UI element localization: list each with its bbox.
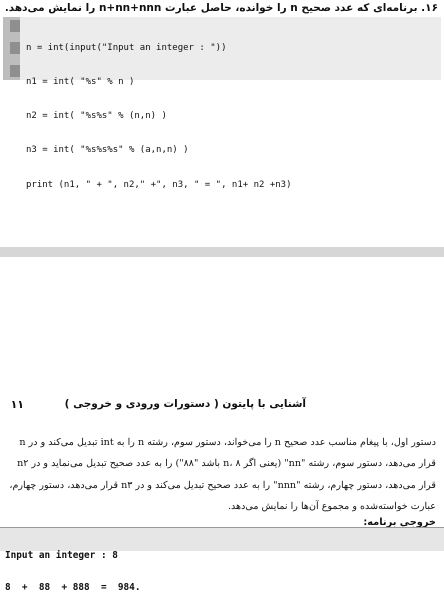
exercise-title: ۱۶. برنامه‌ای که عدد صحیح n را خوانده، ح…	[6, 2, 438, 14]
code-gutter	[3, 17, 20, 80]
code-block: n = int(input("Input an integer : ")) n1…	[3, 17, 441, 190]
code-line: print (n1, " + ", n2," +", n3, " = ", n1…	[26, 179, 292, 190]
code-line: n1 = int( "%s" % n )	[26, 77, 135, 88]
page-top: ۱۶. برنامه‌ای که عدد صحیح n را خوانده، ح…	[0, 0, 444, 247]
paragraph-line: عبارت خواسته‌شده و مجموع آن‌ها را نمایش …	[227, 500, 436, 512]
output-block: Input an integer : 8 8 + 88 + 888 = 984.	[0, 527, 444, 593]
chapter-title: آشنایی با پایتون ( دستورات ورودی و خروجی…	[64, 398, 306, 410]
output-lines: Input an integer : 8 8 + 88 + 888 = 984.	[5, 529, 140, 615]
code-line: n2 = int( "%s%s" % (n,n) )	[26, 111, 167, 122]
code-line: n3 = int( "%s%s%s" % (a,n,n) )	[26, 145, 189, 156]
explanation-paragraph: دستور اول، با پیغام مناسب عدد صحیح n را …	[4, 432, 436, 517]
gutter-marker	[10, 42, 20, 54]
page-header: آشنایی با پایتون ( دستورات ورودی و خروجی…	[0, 396, 444, 416]
paragraph-line: قرار می‌دهد، دستور سوم، رشته "nn" (یعنی …	[17, 458, 436, 470]
gutter-marker	[10, 20, 20, 32]
code-line: n = int(input("Input an integer : "))	[26, 42, 227, 53]
output-line: Input an integer : 8	[5, 549, 118, 561]
paragraph-line: قرار می‌دهد، دستور چهارم، رشته "nnn" را …	[9, 479, 436, 491]
page-separator	[0, 247, 444, 257]
page-number: ۱۱	[10, 398, 24, 411]
code-lines: n = int(input("Input an integer : ")) n1…	[26, 20, 292, 214]
output-line: 8 + 88 + 888 = 984.	[5, 581, 141, 593]
paragraph-line: دستور اول، با پیغام مناسب عدد صحیح n را …	[19, 437, 436, 448]
gutter-marker	[10, 65, 20, 77]
